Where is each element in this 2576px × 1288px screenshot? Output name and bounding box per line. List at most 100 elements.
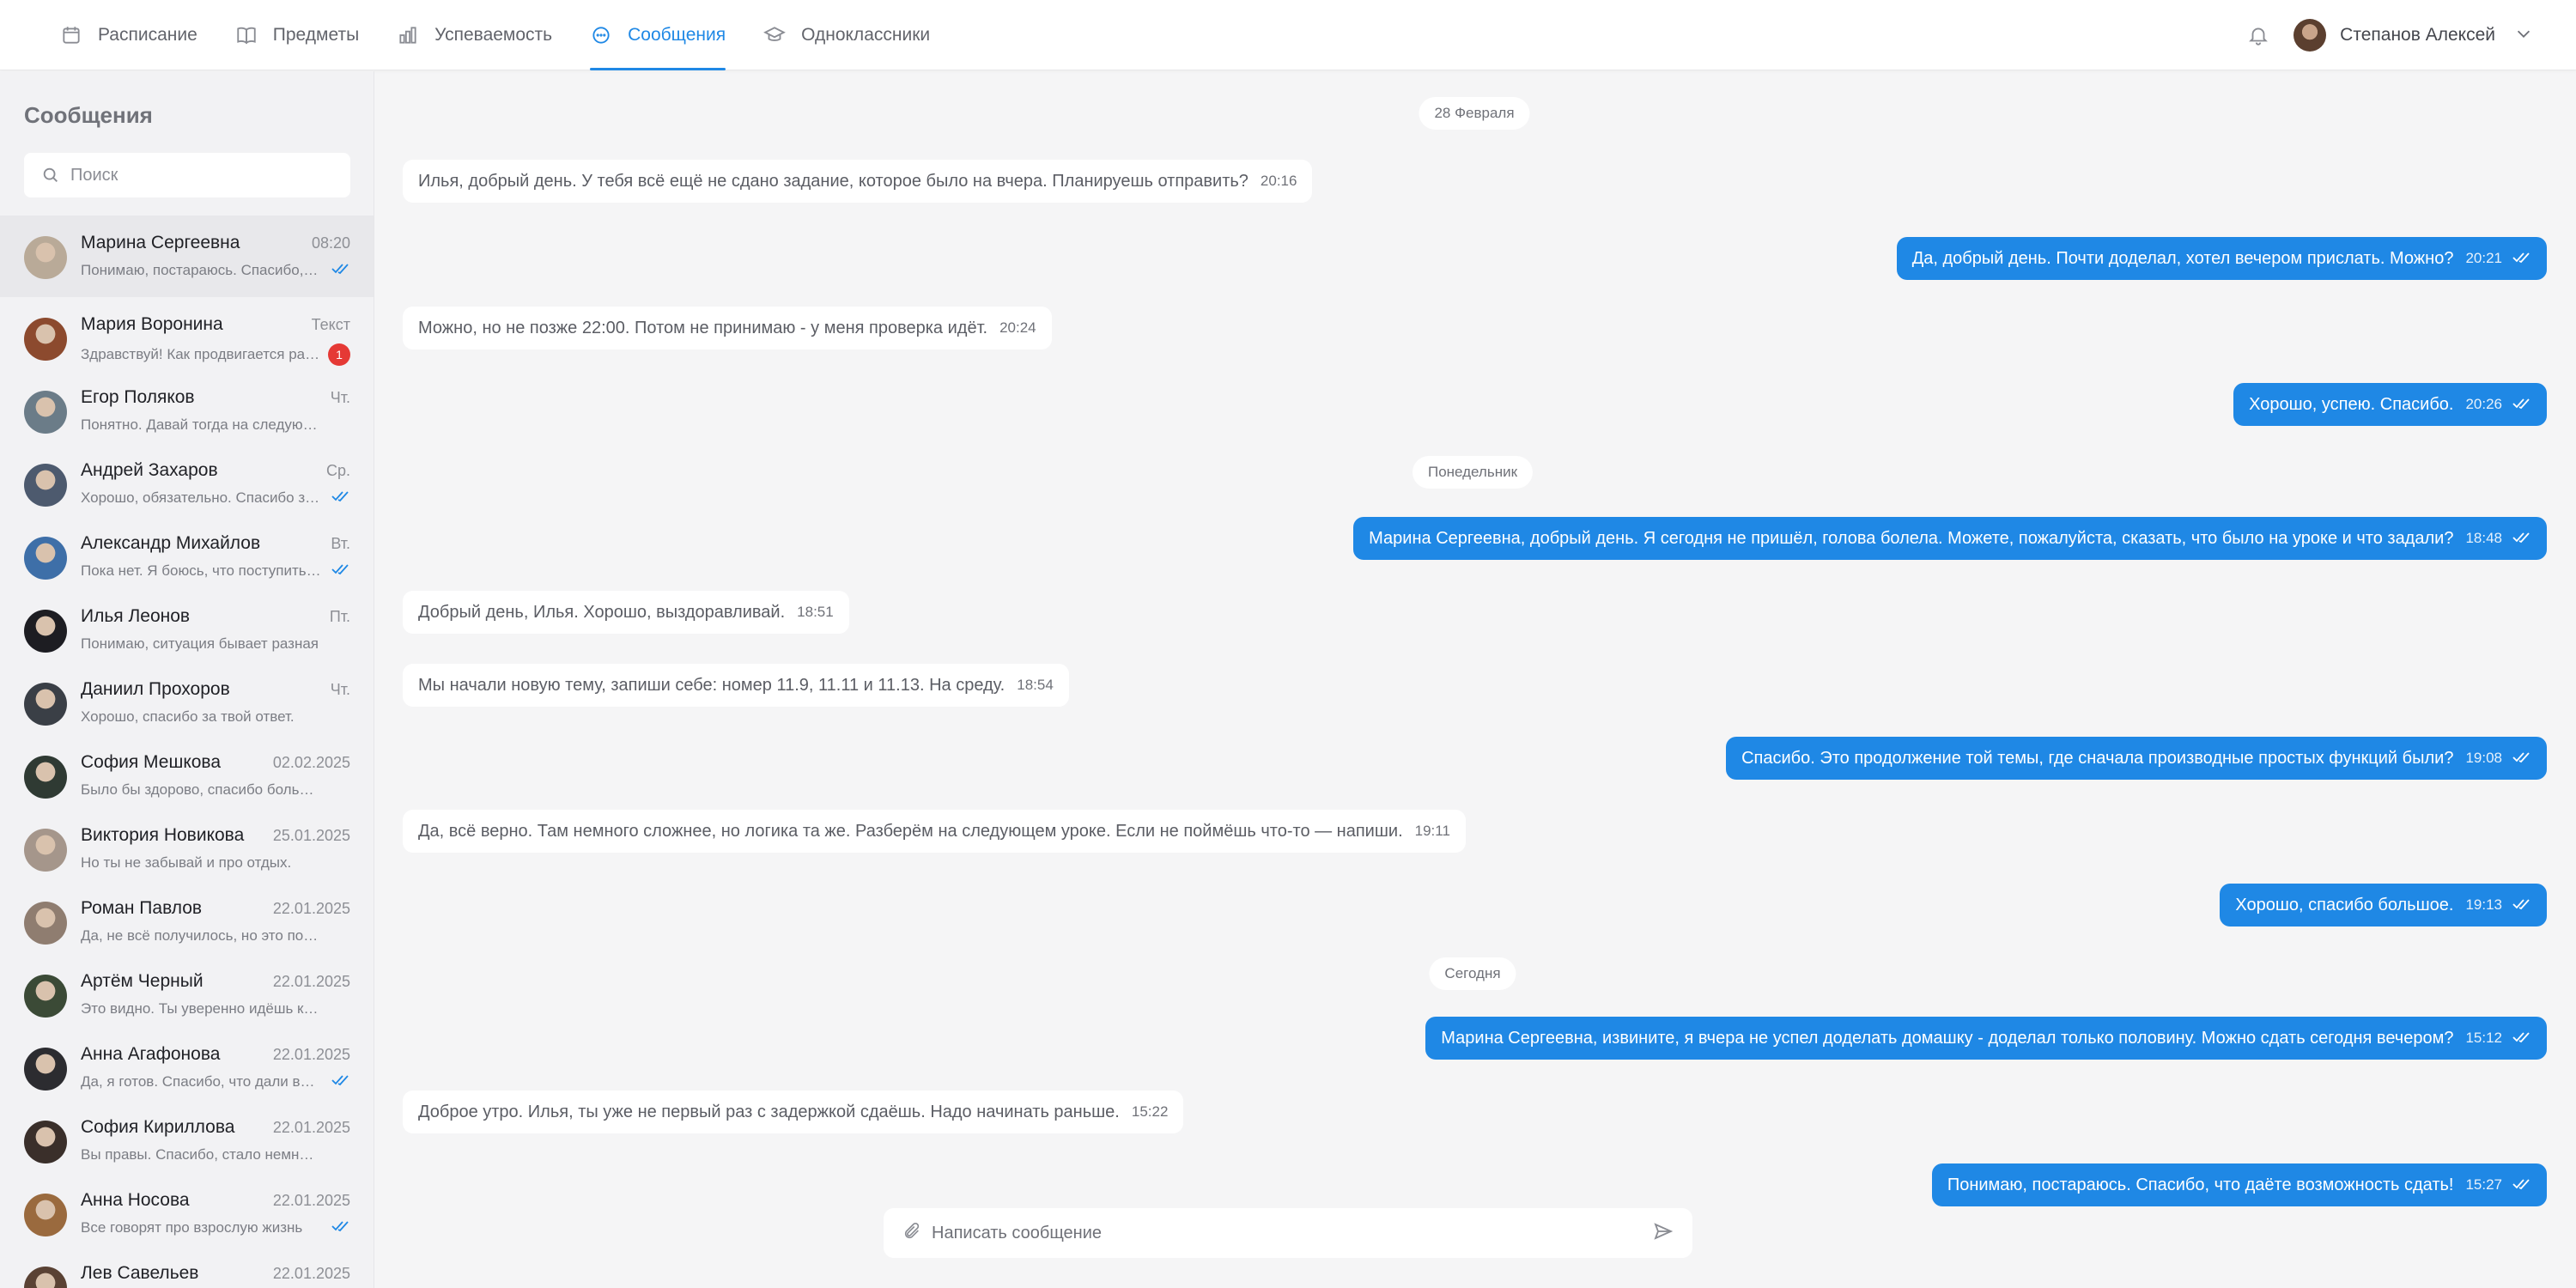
nav-item-classmates[interactable]: Одноклассники (744, 0, 949, 70)
incoming-message: Мы начали новую тему, запиши себе: номер… (403, 664, 1069, 707)
chat-list-item[interactable]: Роман Павлов 22.01.2025 Да, не всё получил… (0, 881, 374, 954)
avatar (24, 464, 67, 507)
message-time: 20:26 (2465, 396, 2502, 412)
message-text: Мы начали новую тему, запиши себе: номер… (418, 676, 1005, 695)
message-time: 15:22 (1131, 1103, 1169, 1120)
message-time: 20:16 (1260, 173, 1297, 189)
chat-bottom: Здравствуй! Как продвигается работа над … (81, 343, 350, 366)
message-text: Понимаю, постараюсь. Спасибо, что даёте … (1947, 1176, 2454, 1194)
nav-item-label: Одноклассники (801, 25, 931, 45)
chat-list-item[interactable]: Марина Сергеевна 08:20 Понимаю, постараюсь… (0, 216, 374, 297)
chat-top: Анна Носова 22.01.2025 (81, 1190, 350, 1211)
chat-icon (592, 27, 610, 44)
chat-time: 02.02.2025 (272, 754, 350, 771)
chat-time: 22.01.2025 (272, 1119, 350, 1136)
chat-list-item[interactable]: Андрей Захаров Ср. Хорошо, обязательно. Сп… (0, 443, 374, 516)
chat-time: Чт. (330, 681, 350, 698)
avatar (24, 902, 67, 945)
chat-bottom: Понимаю, постараюсь. Спасибо, что даёте … (81, 262, 350, 279)
chat-list-item[interactable]: Егор Поляков Чт. Понятно. Давай тогда на с… (0, 370, 374, 443)
chat-top: София Кириллова 22.01.2025 (81, 1117, 350, 1138)
user-menu-toggle[interactable] (2514, 24, 2533, 47)
chat-time: Ср. (325, 462, 350, 479)
chat-bottom: Это видно. Ты уверенно идёшь к своей цел… (81, 1000, 350, 1018)
chat-bottom: Да, не всё получилось, но это поправимо (81, 927, 350, 945)
avatar (24, 391, 67, 434)
nav-item-subjects[interactable]: Предметы (216, 0, 378, 70)
chat-time: Вт. (331, 535, 350, 552)
read-check-icon (2502, 748, 2531, 769)
incoming-message: Добрый день, Илья. Хорошо, выздоравливай… (403, 591, 849, 634)
graduation-cap-icon (763, 27, 787, 41)
chat-body: Виктория Новикова 25.01.2025 Но ты не забы… (81, 825, 350, 872)
attach-button[interactable] (902, 1222, 932, 1245)
read-check-icon (2502, 528, 2531, 549)
avatar (24, 236, 67, 279)
chat-list-item[interactable]: Илья Леонов Пт. Понимаю, ситуация бывает р… (0, 589, 374, 662)
user-name[interactable]: Степанов Алексей (2340, 25, 2495, 46)
outgoing-message: Марина Сергеевна, извините, я вчера не у… (1425, 1017, 2547, 1060)
outgoing-message: Хорошо, спасибо большое. 19:13 (2220, 884, 2547, 927)
chat-name: Анна Носова (81, 1190, 190, 1210)
read-check-icon (331, 1220, 350, 1236)
read-check-icon (2502, 1028, 2531, 1048)
chat-name: Даниил Прохоров (81, 679, 230, 699)
chat-preview: Было бы здорово, спасибо большое! (81, 781, 321, 798)
chat-list-item[interactable]: Даниил Прохоров Чт. Хорошо, спасибо за тво… (0, 662, 374, 735)
chat-body: Анна Носова 22.01.2025 Все говорят про взр… (81, 1190, 350, 1236)
message-time: 18:51 (797, 604, 834, 620)
chat-list-item[interactable]: Александр Михайлов Вт. Пока нет. Я боюсь, … (0, 516, 374, 589)
chat-preview: Все говорят про взрослую жизнь (81, 1219, 303, 1236)
chat-list-item[interactable]: Анна Агафонова 22.01.2025 Да, я готов. Спа… (0, 1027, 374, 1100)
chat-time: 22.01.2025 (272, 1192, 350, 1209)
search-icon (43, 167, 58, 182)
chat-top: Лев Савельев 22.01.2025 (81, 1263, 350, 1284)
message-time: 20:24 (999, 319, 1036, 336)
read-check-icon (2502, 248, 2531, 269)
search-input[interactable] (70, 165, 328, 185)
chat-time: 08:20 (311, 234, 350, 252)
avatar[interactable] (2293, 19, 2327, 52)
chat-list-item[interactable]: София Мешкова 02.02.2025 Было бы здорово, … (0, 735, 374, 808)
search-box[interactable] (24, 153, 350, 197)
chat-body: София Мешкова 02.02.2025 Было бы здорово, … (81, 752, 350, 799)
chat-list-item[interactable]: Лев Савельев 22.01.2025 (0, 1246, 374, 1288)
nav-item-schedule[interactable]: Расписание (41, 0, 216, 70)
message-text: Марина Сергеевна, извините, я вчера не у… (1441, 1029, 2454, 1048)
nav-item-grades[interactable]: Успеваемость (378, 0, 571, 70)
paperclip-icon (904, 1222, 920, 1238)
chat-bottom: Но ты не забывай и про отдых. (81, 854, 350, 872)
chat-name: Александр Михайлов (81, 533, 261, 553)
message-composer (884, 1208, 1692, 1258)
chat-list-item[interactable]: Артём Черный 22.01.2025 Это видно. Ты увер… (0, 954, 374, 1027)
notifications-button[interactable] (2247, 24, 2269, 46)
message-text: Марина Сергеевна, добрый день. Я сегодня… (1369, 529, 2454, 548)
message-input[interactable] (932, 1223, 1653, 1243)
book-icon (237, 27, 256, 45)
chat-body: Лев Савельев 22.01.2025 (81, 1263, 350, 1288)
nav-item-messages[interactable]: Сообщения (571, 0, 744, 70)
bell-icon (2249, 27, 2269, 46)
chat-body: София Кириллова 22.01.2025 Вы правы. Спаси… (81, 1117, 350, 1163)
chat-top: Марина Сергеевна 08:20 (81, 233, 350, 253)
send-button[interactable] (1653, 1221, 1674, 1246)
chat-top: Александр Михайлов Вт. (81, 533, 350, 554)
chat-list-item[interactable]: София Кириллова 22.01.2025 Вы правы. Спаси… (0, 1100, 374, 1173)
chat-name: Артём Черный (81, 971, 204, 991)
chat-list-item[interactable]: Виктория Новикова 25.01.2025 Но ты не забы… (0, 808, 374, 881)
user-area: Степанов Алексей (2247, 0, 2533, 70)
chat-bottom: Понятно. Давай тогда на следующей неделе (81, 416, 350, 434)
conversations-sidebar: Сообщения Марина Сергеевна 08:20 Понимаю, … (0, 71, 374, 1288)
message-text: Доброе утро. Илья, ты уже не первый раз … (418, 1103, 1120, 1121)
chat-bottom: Хорошо, обязательно. Спасибо за помощь (81, 489, 350, 507)
message-text: Да, добрый день. Почти доделал, хотел ве… (1911, 249, 2454, 268)
chat-list-item[interactable]: Анна Носова 22.01.2025 Все говорят про взр… (0, 1173, 374, 1246)
chat-bottom: Да, я готов. Спасибо, что дали время (81, 1073, 350, 1091)
chat-list-item[interactable]: Мария Воронина Текст Здравствуй! Как продв… (0, 297, 374, 370)
chat-time: 22.01.2025 (272, 973, 350, 990)
chat-top: Роман Павлов 22.01.2025 (81, 898, 350, 919)
chat-preview: Хорошо, спасибо за твой ответ. (81, 708, 295, 725)
message-text: Хорошо, успею. Спасибо. (2249, 395, 2454, 414)
avatar (24, 318, 67, 361)
chat-time: Пт. (329, 608, 350, 625)
